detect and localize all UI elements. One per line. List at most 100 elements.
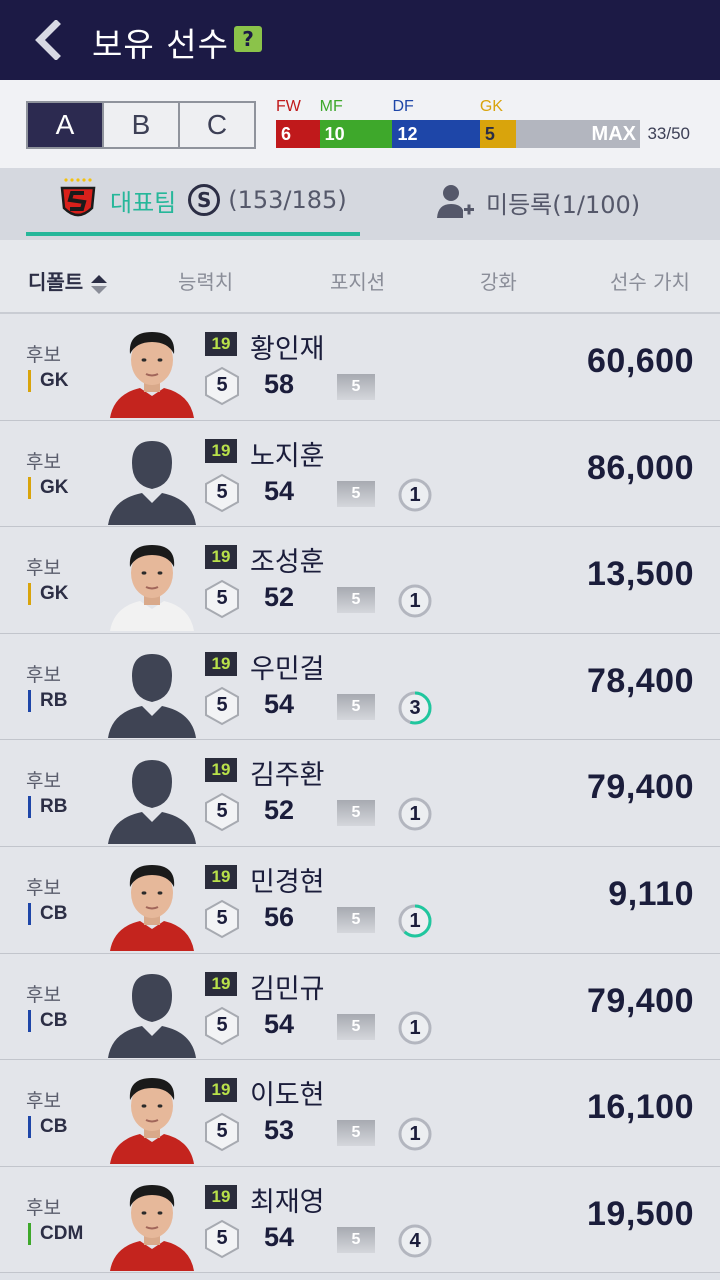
add-user-icon	[437, 185, 474, 218]
s-grade-icon: S	[188, 184, 221, 216]
player-row[interactable]: 후보 RB 19 우민걸 5 54 5 3 78,400	[0, 633, 720, 741]
max-label: MAX	[591, 123, 636, 145]
sort-ability[interactable]: 능력치	[178, 266, 233, 295]
position-ovr-badge: 5	[337, 587, 375, 614]
player-status: 후보	[26, 344, 61, 366]
mf-label: MF	[319, 98, 343, 115]
enhance-level: 1	[398, 478, 432, 512]
player-position: RB	[28, 689, 67, 712]
tab-representative[interactable]: 대표팀 S (153/185)	[26, 168, 360, 236]
player-avatar	[106, 322, 198, 418]
player-name: 최재영	[250, 1186, 325, 1218]
position-ovr-badge: 5	[337, 800, 375, 827]
position-ovr-badge: 5	[337, 1013, 375, 1040]
enhance-value: 1	[409, 1123, 421, 1146]
column-header: 디폴트 능력치 포지션 강화 선수 가치	[0, 240, 720, 314]
player-silhouette-icon	[108, 653, 196, 738]
player-value: 60,600	[587, 342, 694, 380]
df-segment: 12	[392, 120, 480, 148]
enhance-value: 4	[409, 1229, 421, 1252]
player-status: 후보	[26, 663, 61, 686]
player-position: GK	[28, 476, 69, 499]
player-list: 후보 GK 19 황인재 5 58 5 60,600 후보 GK 19 노지훈	[0, 314, 720, 1274]
player-photo	[110, 864, 194, 951]
team-crest-icon	[60, 178, 96, 217]
tab-unregistered-label: 미등록(1/100)	[486, 190, 641, 219]
gk-segment: 5	[479, 120, 517, 148]
player-status: 후보	[26, 876, 61, 899]
player-status: 후보	[26, 1196, 61, 1219]
player-photo	[110, 332, 194, 418]
sort-default[interactable]: 디폴트	[28, 266, 108, 295]
position-ovr-badge: 5	[337, 693, 375, 720]
grade-value: 5	[216, 480, 228, 503]
player-position: CB	[28, 1116, 67, 1139]
enhance-value: 1	[409, 909, 421, 932]
sort-position[interactable]: 포지션	[330, 266, 385, 295]
grade-badge: 5	[204, 792, 240, 832]
top-bar: 보유 선수 ?	[0, 0, 720, 80]
player-row[interactable]: 후보 CB 19 김민규 5 54 5 1 79,400	[0, 953, 720, 1061]
season-badge: 19	[205, 545, 237, 570]
grade-badge: 5	[204, 686, 240, 726]
position-ovr-badge: 5	[337, 1120, 375, 1147]
player-value: 79,400	[587, 768, 694, 807]
enhance-value: 1	[409, 590, 421, 613]
squad-tab-a[interactable]: A	[28, 103, 104, 147]
player-name: 조성훈	[250, 547, 325, 579]
player-name: 황인재	[250, 334, 325, 365]
player-status: 후보	[26, 770, 61, 793]
grade-badge: 5	[204, 1006, 240, 1046]
season-badge: 19	[205, 971, 237, 996]
player-silhouette-icon	[108, 440, 196, 525]
sort-enhance[interactable]: 강화	[480, 266, 517, 295]
player-row[interactable]: 후보 GK 19 황인재 5 58 5 60,600	[0, 314, 720, 421]
player-avatar	[106, 642, 198, 738]
player-row[interactable]: 후보 CB 19 민경현 5 56 5 1 9,110	[0, 846, 720, 954]
season-badge: 19	[205, 438, 237, 463]
player-value: 78,400	[587, 661, 694, 700]
player-row[interactable]: 후보 CB 19 이도현 5 53 5 1 16,100	[0, 1060, 720, 1167]
player-value: 86,000	[587, 448, 694, 487]
position-ovr-badge: 5	[337, 906, 375, 933]
player-overall: 56	[264, 901, 295, 932]
grade-badge: 5	[204, 473, 240, 513]
player-avatar	[106, 429, 198, 525]
grade-badge: 5	[204, 899, 240, 939]
season-badge: 19	[205, 651, 237, 676]
player-row[interactable]: 후보 GK 19 노지훈 5 54 5 1 86,000	[0, 420, 720, 528]
chevron-left-icon	[35, 19, 61, 61]
season-badge: 19	[205, 1184, 237, 1209]
grade-value: 5	[216, 374, 228, 396]
player-name: 노지훈	[250, 440, 325, 472]
enhance-level: 1	[398, 797, 432, 831]
player-row[interactable]: 후보 RB 19 김주환 5 52 5 1 79,400	[0, 740, 720, 847]
grade-value: 5	[216, 800, 228, 823]
grade-value: 5	[216, 1226, 228, 1249]
player-value: 9,110	[608, 874, 694, 913]
player-position: RB	[28, 796, 67, 819]
back-button[interactable]	[30, 19, 66, 61]
help-button[interactable]: ?	[234, 26, 262, 52]
season-badge: 19	[205, 758, 237, 783]
enhance-level: 1	[398, 584, 432, 618]
grade-badge: 5	[204, 1219, 240, 1259]
player-row[interactable]: 후보 CDM 19 최재영 5 54 5 4 19,500	[0, 1166, 720, 1274]
player-position: CB	[28, 1009, 67, 1032]
enhance-level: 1	[398, 1117, 432, 1151]
page-title: 보유 선수	[92, 25, 229, 64]
player-overall: 52	[264, 582, 295, 613]
player-overall: 54	[264, 688, 295, 719]
player-position: GK	[28, 583, 69, 606]
tab-representative-label: 대표팀	[110, 188, 177, 217]
player-row[interactable]: 후보 GK 19 조성훈 5 52 5 1 13,500	[0, 527, 720, 634]
grade-value: 5	[216, 1013, 228, 1036]
player-name: 김주환	[250, 760, 325, 792]
tab-unregistered[interactable]: 미등록(1/100)	[436, 168, 696, 236]
position-count-bar: FW MF DF GK 6 10 12 5 MAX 33/50	[276, 96, 696, 152]
sort-value[interactable]: 선수 가치	[610, 266, 690, 295]
squad-tab-c[interactable]: C	[180, 103, 254, 147]
player-status: 후보	[26, 450, 61, 473]
squad-tab-b[interactable]: B	[104, 103, 180, 147]
player-avatar	[106, 748, 198, 845]
